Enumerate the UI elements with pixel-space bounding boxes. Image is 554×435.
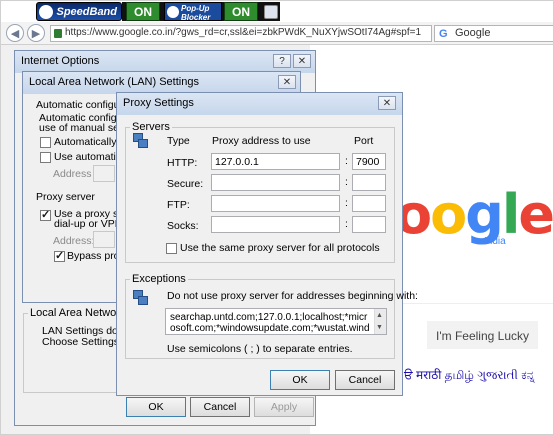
help-button[interactable]: ? — [273, 54, 291, 68]
scroll-up-icon[interactable]: ▲ — [376, 310, 383, 321]
bypass-checkbox[interactable] — [54, 249, 65, 262]
colon-separator: : — [345, 176, 348, 188]
secure-address-input[interactable] — [211, 174, 340, 191]
use-proxy-checkbox[interactable] — [40, 208, 51, 221]
search-box[interactable]: G Google — [434, 25, 554, 42]
back-icon[interactable]: ◀ — [6, 24, 24, 42]
colon-separator: : — [345, 197, 348, 209]
lock-icon — [54, 29, 62, 38]
logo-letter: l — [501, 183, 520, 246]
cancel-button[interactable]: Cancel — [190, 397, 250, 417]
http-address-input[interactable]: 127.0.0.1 — [211, 153, 340, 170]
proxy-group-title: Proxy server — [36, 191, 95, 203]
auto-script-checkbox[interactable] — [40, 152, 51, 163]
speedband-label: SpeedBand — [56, 6, 117, 18]
close-button[interactable]: ✕ — [293, 54, 311, 68]
ftp-port-input[interactable] — [352, 195, 386, 212]
logo-letter: g — [465, 183, 504, 246]
close-button[interactable]: ✕ — [378, 96, 396, 110]
proxy-settings-title: Proxy Settings — [123, 97, 194, 109]
logo-letter: o — [430, 183, 467, 246]
speedband-on-button[interactable]: ON — [126, 2, 160, 21]
exceptions-label: Do not use proxy server for addresses be… — [167, 290, 418, 302]
language-links[interactable]: ੳ मराठी தமிழ் ગુજરાતી ಕನ್ನ — [404, 366, 535, 384]
cancel-button[interactable]: Cancel — [335, 370, 395, 390]
exceptions-group-title: Exceptions — [130, 273, 188, 285]
secure-label: Secure: — [167, 178, 204, 190]
url-text: https://www.google.co.in/?gws_rd=cr,ssl&… — [65, 27, 422, 38]
proxy-settings-titlebar: Proxy Settings ✕ — [117, 93, 402, 115]
popup-blocker-on-button[interactable]: ON — [224, 2, 258, 21]
http-port-input[interactable]: 7900 — [352, 153, 386, 170]
lan-settings-titlebar: Local Area Network (LAN) Settings ✕ — [23, 72, 300, 94]
address-bar[interactable]: https://www.google.co.in/?gws_rd=cr,ssl&… — [50, 25, 432, 42]
ok-button[interactable]: OK — [270, 370, 330, 390]
network-icon — [133, 290, 148, 305]
search-engine-label: Google — [455, 27, 491, 39]
ok-button[interactable]: OK — [126, 397, 186, 417]
socks-label: Socks: — [167, 220, 199, 232]
socks-port-input[interactable] — [352, 216, 386, 233]
http-label: HTTP: — [167, 157, 198, 169]
proxy-settings-dialog: Proxy Settings ✕ Servers Type Proxy addr… — [116, 92, 418, 396]
internet-options-title: Internet Options — [21, 55, 100, 67]
toolbar-menu-icon[interactable] — [264, 5, 278, 19]
close-button[interactable]: ✕ — [278, 75, 296, 89]
popup-blocker-logo[interactable]: Pop-Up Blocker — [164, 2, 222, 22]
ftp-address-input[interactable] — [211, 195, 340, 212]
exceptions-textarea[interactable]: searchap.untd.com;127.0.0.1;localhost;*m… — [165, 308, 387, 335]
lan-settings-title: Local Area Network (LAN) Settings — [29, 76, 199, 88]
popup-blocker-label: Pop-Up Blocker — [181, 4, 211, 22]
speedband-logo[interactable]: SpeedBand — [36, 2, 122, 21]
proxy-address-label: Address: — [53, 235, 95, 247]
colon-separator: : — [345, 155, 348, 167]
browser-nav-bar: ◀ ▶ https://www.google.co.in/?gws_rd=cr,… — [0, 22, 554, 45]
secure-port-input[interactable] — [352, 174, 386, 191]
address-column-header: Proxy address to use — [212, 135, 311, 147]
exceptions-value: searchap.untd.com;127.0.0.1;localhost;*m… — [170, 312, 370, 334]
internet-options-titlebar: Internet Options ? ✕ — [15, 51, 315, 73]
servers-group-title: Servers — [130, 121, 172, 133]
logo-letter: e — [518, 183, 554, 246]
proxy-address-field[interactable] — [93, 231, 115, 248]
colon-separator: : — [345, 218, 348, 230]
ftp-label: FTP: — [167, 199, 190, 211]
port-column-header: Port — [354, 135, 374, 147]
type-column-header: Type — [167, 135, 190, 147]
address-label: Address — [53, 168, 92, 180]
socks-address-input[interactable] — [211, 216, 340, 233]
google-region-label: India — [484, 236, 506, 247]
apply-button[interactable]: Apply — [254, 397, 314, 417]
google-search-icon: G — [439, 28, 448, 40]
google-logo: oogle — [395, 183, 554, 246]
addon-toolbar: SpeedBand ON Pop-Up Blocker ON — [0, 0, 554, 22]
same-proxy-checkbox[interactable] — [166, 243, 177, 254]
network-icon — [133, 133, 148, 148]
feeling-lucky-button[interactable]: I'm Feeling Lucky — [427, 321, 538, 349]
scroll-down-icon[interactable]: ▼ — [376, 322, 383, 333]
semicolon-hint: Use semicolons ( ; ) to separate entries… — [167, 343, 353, 355]
forward-icon[interactable]: ▶ — [27, 24, 45, 42]
script-address-field[interactable] — [93, 165, 115, 182]
same-proxy-label: Use the same proxy server for all protoc… — [180, 242, 380, 254]
auto-detect-checkbox[interactable] — [40, 137, 51, 148]
exceptions-scrollbar[interactable]: ▲ ▼ — [374, 309, 386, 334]
